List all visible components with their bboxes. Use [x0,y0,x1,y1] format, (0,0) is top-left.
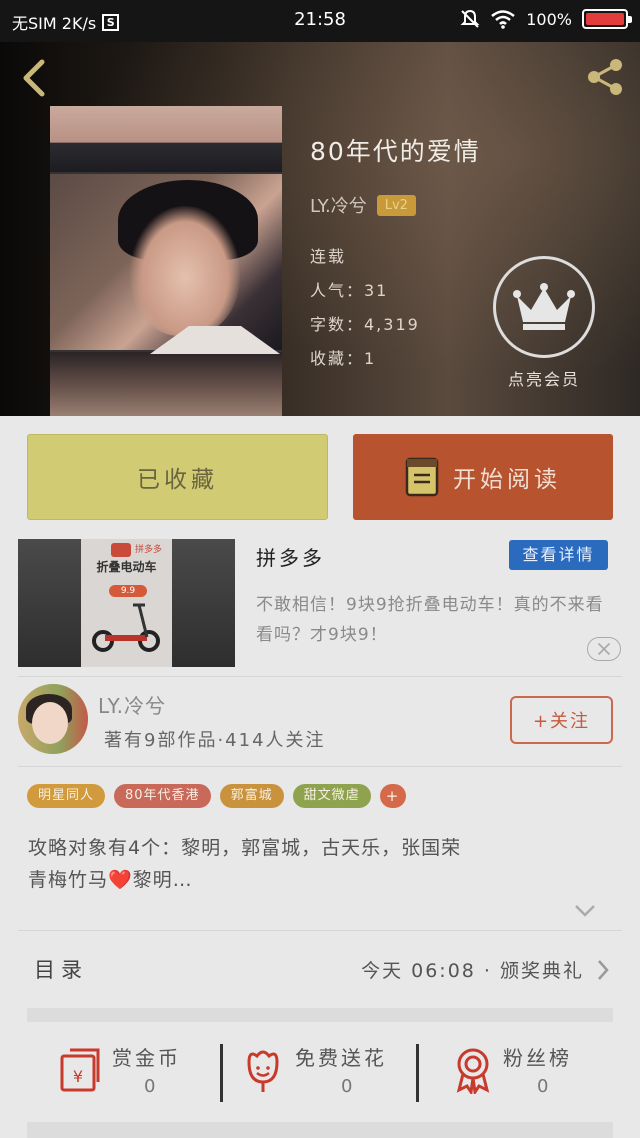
battery-percent: 100% [526,9,572,29]
chevron-down-icon[interactable] [574,904,596,918]
stat-label: 赏金币 [112,1046,181,1070]
avatar[interactable] [18,684,88,754]
stat-value: 0 [341,1076,353,1097]
book-title: 80年代的爱情 [310,137,481,166]
stat-label: 粉丝榜 [503,1046,572,1070]
medal-icon [456,1048,490,1094]
level-badge: Lv2 [376,194,416,216]
status-bar: 无SIM 2K/s S 21:58 100% [0,0,640,42]
tag-chip[interactable]: 明星同人 [27,784,106,808]
favorited-label: 已收藏 [137,467,218,493]
book-favorites: 收藏：1 [310,349,377,368]
fan-ranking-button[interactable]: 粉丝榜 0 [419,1036,640,1110]
red-envelope-icon: ¥ [60,1048,100,1092]
book-description: 攻略对象有4个：黎明，郭富城，古天乐，张国荣 青梅竹马❤️黎明… [28,832,618,896]
more-tags-button[interactable]: + [379,784,406,808]
mute-bell-icon [460,9,480,28]
book-popularity: 人气：31 [310,281,389,300]
book-status: 连载 [310,247,347,266]
ad-image-price: 9.9 [109,585,147,597]
ad-image[interactable]: 拼多多 折叠电动车 9.9 [18,539,235,667]
free-flower-button[interactable]: 免费送花 0 [223,1036,416,1110]
book-cover-image[interactable] [50,106,282,416]
pinduoduo-logo-icon [111,543,131,557]
stat-label: 免费送花 [295,1046,387,1070]
status-right: 100% [460,9,632,29]
section-spacer [27,1008,613,1022]
scooter-icon [92,603,160,652]
description-line: 青梅竹马❤️黎明… [28,869,193,891]
author-card[interactable]: LY.冷兮 著有9部作品·414人关注 +关注 [0,680,640,764]
start-reading-button[interactable]: 开始阅读 [353,434,613,520]
ad-image-headline: 折叠电动车 [96,560,157,574]
favorited-button[interactable]: 已收藏 [27,434,328,520]
book-info: 80年代的爱情 LY.冷兮 Lv2 连载 人气：31 字数：4,319 收藏：1 [310,132,481,376]
latest-chapter: 今天 06:08 · 颁奖典礼 [361,960,584,982]
author-stats: 著有9部作品·414人关注 [104,730,326,751]
stats-bar: ¥ 赏金币 0 免费送花 0 粉丝榜 0 [0,1036,640,1110]
book-meta: 连载 人气：31 字数：4,319 收藏：1 [310,240,481,376]
reward-coins-button[interactable]: ¥ 赏金币 0 [0,1036,220,1110]
follow-button[interactable]: +关注 [510,696,613,744]
tag-chip[interactable]: 甜文微虐 [292,784,371,808]
book-icon [405,457,439,497]
book-author-row: LY.冷兮 Lv2 [310,192,481,218]
flower-icon [247,1050,279,1092]
ad-title: 拼多多 [256,546,325,570]
tag-chip[interactable]: 80年代香港 [114,784,211,808]
book-header: 80年代的爱情 LY.冷兮 Lv2 连载 人气：31 字数：4,319 收藏：1… [0,42,640,416]
tag-chip[interactable]: 郭富城 [219,784,284,808]
table-of-contents-row[interactable]: 目录 今天 06:08 · 颁奖典礼 [0,936,640,1002]
ad-description: 不敢相信！9块9抢折叠电动车！真的不来看看吗？才9块9！ [256,595,604,645]
chevron-right-icon [598,960,609,980]
wifi-icon [491,10,516,29]
ad-banner[interactable]: 拼多多 折叠电动车 9.9 拼多多 查看详情 不敢相信！9块9抢折叠电动车！真的… [0,528,640,672]
tag-list: 明星同人 80年代香港 郭富城 甜文微虐 + [27,784,406,808]
stat-value: 0 [144,1076,156,1097]
close-icon[interactable] [587,637,621,661]
share-icon[interactable] [582,54,628,100]
book-author[interactable]: LY.冷兮 [310,192,367,218]
vip-label: 点亮会员 [507,370,580,389]
author-name[interactable]: LY.冷兮 [98,690,166,719]
back-arrow-icon[interactable] [14,56,54,100]
book-word-count: 字数：4,319 [310,315,420,334]
start-reading-label: 开始阅读 [453,467,561,493]
vip-button[interactable]: 点亮会员 [493,256,595,390]
view-details-button[interactable]: 查看详情 [509,540,608,570]
section-spacer [27,1122,613,1138]
description-line: 攻略对象有4个：黎明，郭富城，古天乐，张国荣 [28,837,462,859]
stat-value: 0 [537,1076,549,1097]
battery-icon [582,9,632,29]
ad-image-logo-text: 拼多多 [135,545,163,555]
crown-icon [493,256,595,358]
svg-text:¥: ¥ [73,1067,83,1086]
divider [18,676,622,677]
divider [18,766,622,767]
divider [18,930,622,931]
toc-label: 目录 [34,958,88,982]
